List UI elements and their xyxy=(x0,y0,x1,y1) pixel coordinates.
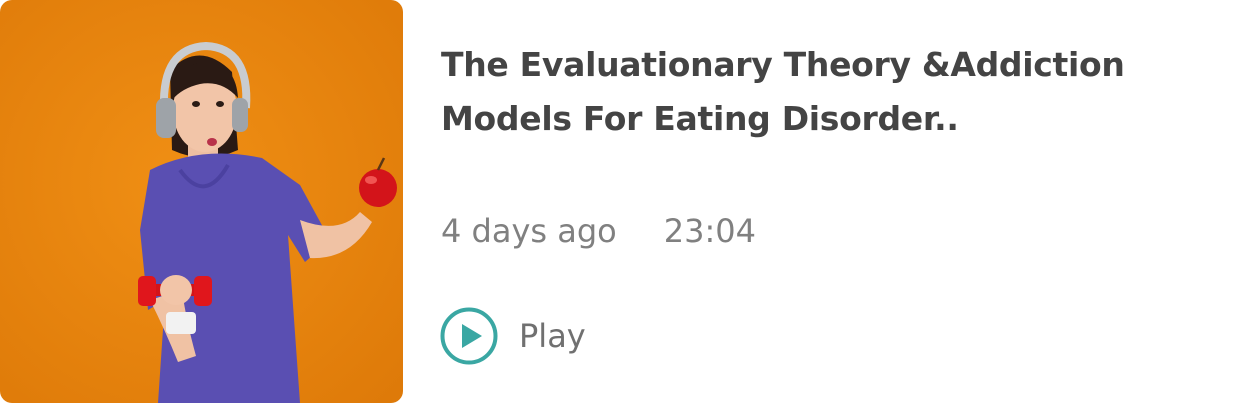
video-card[interactable]: The Evaluationary Theory &Addiction Mode… xyxy=(0,0,1244,403)
woman-with-headphones-photo xyxy=(0,0,403,403)
video-title[interactable]: The Evaluationary Theory &Addiction Mode… xyxy=(441,38,1201,146)
video-title-line-1: The Evaluationary Theory &Addiction xyxy=(441,45,1125,84)
play-label[interactable]: Play xyxy=(519,317,586,355)
play-circle-icon[interactable] xyxy=(440,307,498,365)
video-thumbnail[interactable] xyxy=(0,0,403,403)
video-age: 4 days ago xyxy=(441,212,617,250)
play-button[interactable]: Play xyxy=(440,307,586,365)
video-duration: 23:04 xyxy=(663,212,756,250)
video-meta: 4 days ago 23:04 xyxy=(441,209,756,253)
video-title-line-2: Models For Eating Disorder.. xyxy=(441,99,959,138)
